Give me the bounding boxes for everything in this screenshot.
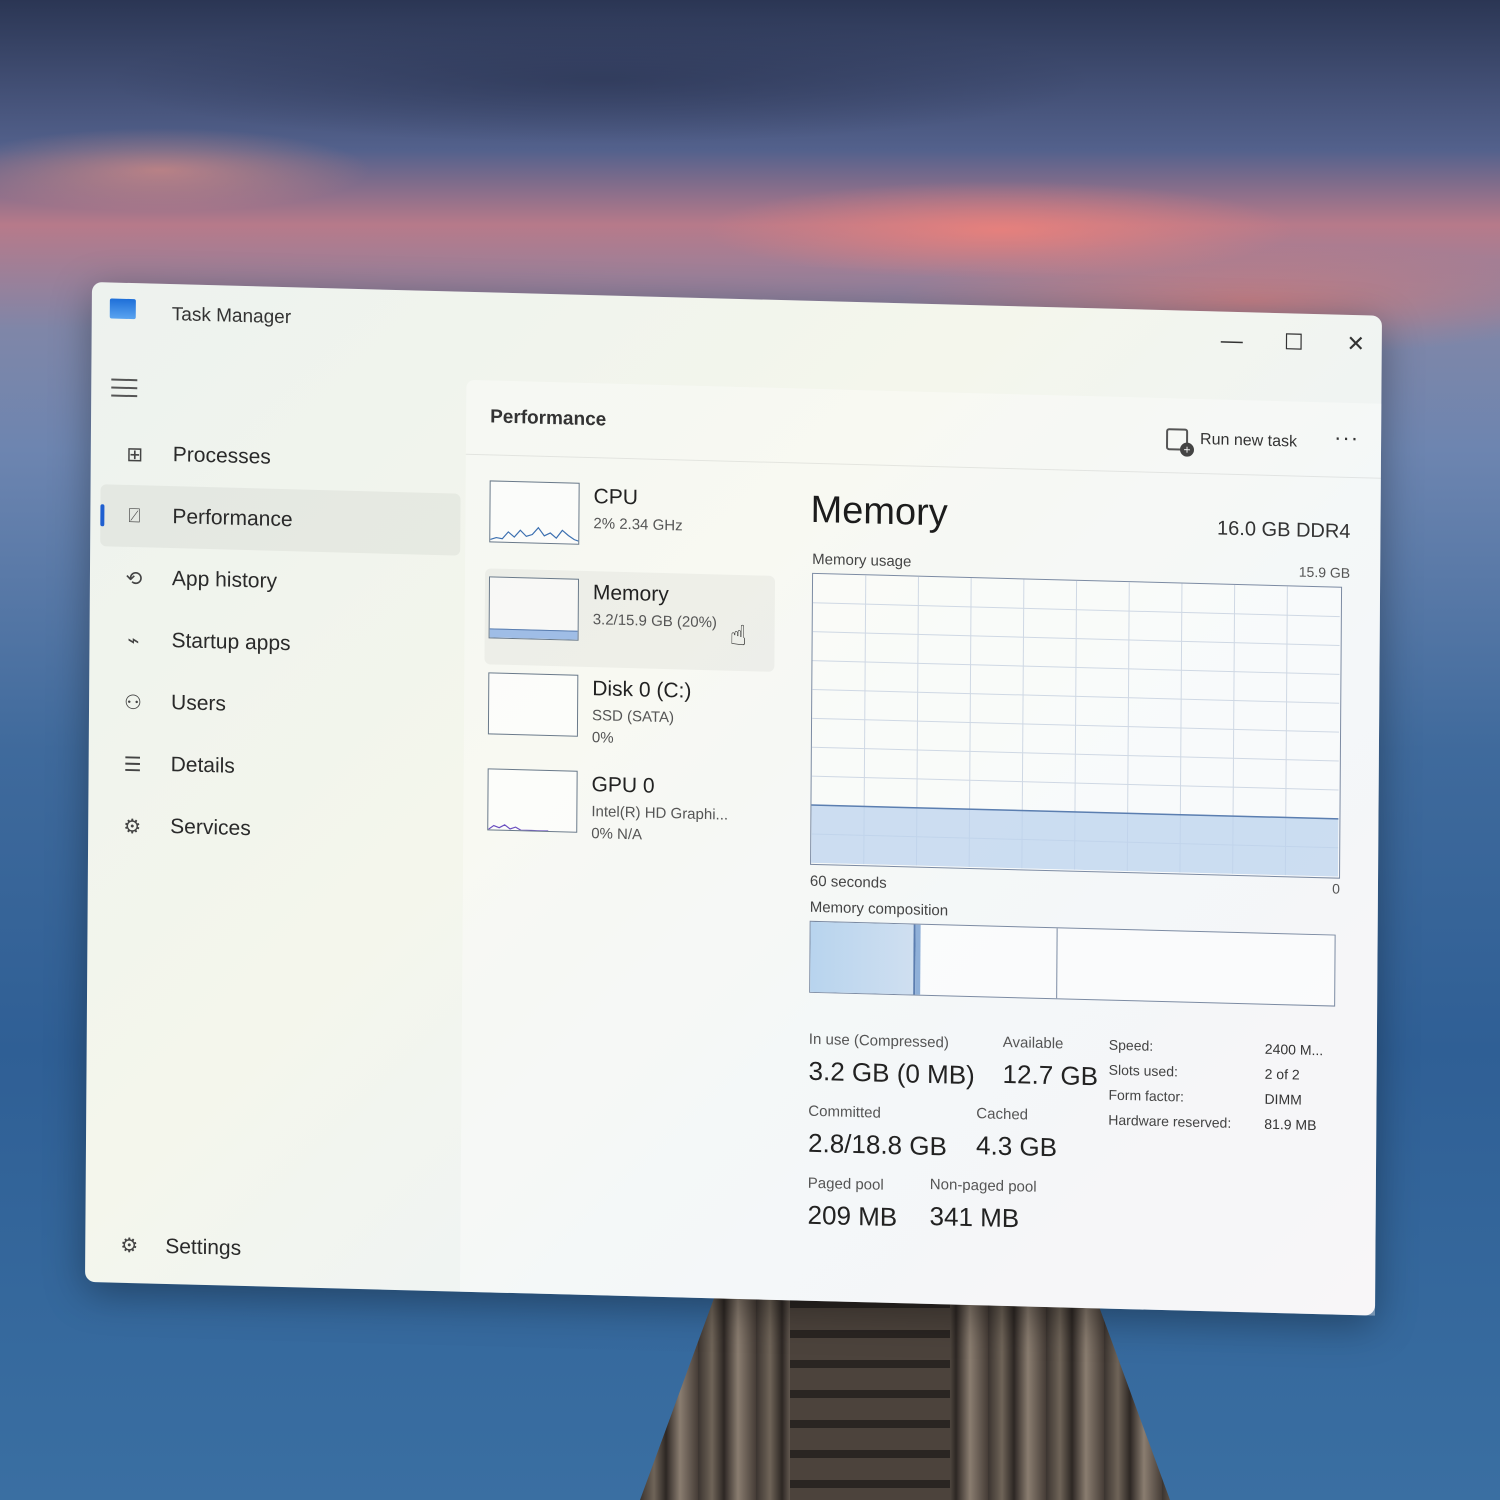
history-icon: ⟲ (125, 567, 143, 590)
stat-available: Available 12.7 GB (1003, 1034, 1099, 1092)
property-value: 2400 M... (1264, 1040, 1324, 1059)
sidebar-item-processes[interactable]: ⊞ Processes (101, 422, 461, 493)
sidebar-nav: ⊞ Processes ⍁ Performance ⟲ App history … (98, 422, 461, 865)
performance-icon: ⍁ (128, 504, 141, 527)
settings-label: Settings (165, 1234, 242, 1260)
sidebar-item-label: Users (170, 691, 226, 716)
minimize-button[interactable]: — (1212, 325, 1252, 356)
users-icon: ⚇ (124, 691, 143, 714)
property-row: Hardware reserved: 81.9 MB (1108, 1112, 1348, 1143)
stat-value: 2.8/18.8 GB (807, 1127, 947, 1162)
run-task-icon (1165, 428, 1189, 451)
memory-properties: Speed: 2400 M... Slots used: 2 of 2 Form… (1108, 1037, 1349, 1143)
sidebar-item-app-history[interactable]: ⟲ App history (100, 546, 460, 617)
sidebar-item-label: Services (170, 815, 251, 841)
sidebar-item-label: Startup apps (171, 629, 291, 656)
stat-label: Paged pool (807, 1174, 884, 1194)
composition-in-use (810, 921, 916, 995)
stat-value: 209 MB (807, 1199, 898, 1233)
more-options-button[interactable]: ··· (1334, 425, 1359, 452)
memory-mini-graph (488, 576, 580, 641)
stat-value: 3.2 GB (0 MB) (808, 1055, 975, 1091)
stat-value: 341 MB (929, 1200, 1020, 1234)
resource-name: GPU 0 (591, 773, 655, 798)
resource-item-cpu[interactable]: CPU 2% 2.34 GHz (485, 472, 776, 576)
window-title: Task Manager (171, 304, 292, 329)
memory-usage-graph (810, 572, 1343, 879)
resource-list: CPU 2% 2.34 GHz Memory 3.2/15.9 GB (20%)… (483, 472, 776, 864)
stat-cached: Cached 4.3 GB (976, 1105, 1057, 1163)
details-icon: ☰ (123, 753, 142, 776)
sidebar-item-performance[interactable]: ⍁ Performance (100, 484, 461, 556)
stat-label: In use (Compressed) (808, 1030, 949, 1052)
memory-composition-label: Memory composition (809, 898, 949, 920)
property-value: DIMM (1264, 1090, 1302, 1108)
resource-detail: SSD (SATA) 0% (592, 705, 674, 751)
usage-fill-area (811, 805, 1339, 877)
property-value: 81.9 MB (1264, 1115, 1317, 1134)
maximize-button[interactable]: ☐ (1274, 327, 1314, 358)
stat-value: 4.3 GB (976, 1130, 1058, 1163)
stat-in-use: In use (Compressed) 3.2 GB (0 MB) (808, 1031, 975, 1091)
resource-detail: Intel(R) HD Graphi... 0% N/A (591, 801, 728, 849)
memory-usage-label: Memory usage (812, 550, 912, 571)
disk-usage: 0% (591, 729, 614, 747)
memory-detail: Memory 16.0 GB DDR4 Memory usage 15.9 GB… (807, 489, 1351, 1233)
task-manager-window: Task Manager — ☐ ✕ ⊞ Processes ⍁ Perform… (85, 282, 1382, 1316)
sidebar-item-label: Details (170, 753, 235, 778)
run-new-task-button[interactable]: Run new task (1165, 428, 1298, 453)
graph-time-label: 60 seconds (809, 872, 887, 892)
performance-panel: Performance Run new task ··· CPU 2% 2.34… (460, 379, 1382, 1316)
sidebar-item-users[interactable]: ⚇ Users (99, 670, 459, 741)
sidebar-item-label: Processes (172, 443, 271, 469)
resource-name: Disk 0 (C:) (592, 677, 692, 703)
stat-label: Committed (808, 1102, 881, 1122)
sidebar-item-services[interactable]: ⚙ Services (98, 794, 458, 865)
sidebar-item-label: App history (171, 567, 278, 593)
page-title: Performance (490, 406, 607, 431)
composition-standby (920, 924, 1058, 999)
stat-label: Cached (976, 1105, 1029, 1124)
run-new-task-label: Run new task (1200, 431, 1298, 451)
resource-item-gpu[interactable]: GPU 0 Intel(R) HD Graphi... 0% N/A (483, 760, 774, 864)
memory-mini-fill (489, 628, 578, 640)
close-button[interactable]: ✕ (1336, 329, 1376, 360)
stat-value: 12.7 GB (1002, 1058, 1099, 1092)
stat-label: Available (1002, 1033, 1064, 1053)
sidebar-item-settings[interactable]: ⚙ Settings (115, 1233, 241, 1261)
memory-spec: 16.0 GB DDR4 (1216, 517, 1351, 543)
disk-mini-graph (487, 672, 579, 737)
disk-type: SSD (SATA) (591, 707, 675, 727)
memory-usage-max: 15.9 GB (1298, 563, 1351, 581)
resource-detail: 3.2/15.9 GB (20%) (592, 611, 718, 632)
hamburger-menu-icon[interactable] (111, 378, 138, 400)
stat-committed: Committed 2.8/18.8 GB (808, 1103, 947, 1163)
resource-name: Memory (592, 581, 669, 607)
stat-label: Non-paged pool (929, 1175, 1037, 1196)
property-key: Hardware reserved: (1108, 1111, 1232, 1131)
sidebar-item-details[interactable]: ☰ Details (98, 732, 458, 803)
active-indicator (100, 504, 105, 527)
gpu-usage: 0% N/A (591, 825, 643, 844)
property-value: 2 of 2 (1264, 1065, 1300, 1083)
task-manager-app-icon (109, 298, 136, 320)
memory-title: Memory (810, 488, 948, 535)
processes-icon: ⊞ (126, 443, 144, 466)
stat-non-paged-pool: Non-paged pool 341 MB (930, 1176, 1037, 1235)
resource-item-disk[interactable]: Disk 0 (C:) SSD (SATA) 0% (484, 664, 775, 768)
settings-gear-icon: ⚙ (120, 1234, 139, 1258)
resource-detail: 2% 2.34 GHz (593, 515, 683, 535)
resource-name: CPU (593, 485, 639, 510)
graph-zero-label: 0 (1332, 880, 1341, 897)
hand-cursor-icon: ☝ (729, 619, 747, 652)
gpu-mini-graph (487, 768, 578, 833)
memory-composition-bar (809, 920, 1336, 1007)
stat-paged-pool: Paged pool 209 MB (807, 1175, 897, 1233)
cpu-mini-graph (489, 480, 580, 545)
services-icon: ⚙ (123, 815, 142, 838)
startup-icon: ⌁ (127, 629, 140, 652)
sidebar-item-startup-apps[interactable]: ⌁ Startup apps (99, 608, 459, 679)
sidebar-item-label: Performance (172, 505, 293, 532)
